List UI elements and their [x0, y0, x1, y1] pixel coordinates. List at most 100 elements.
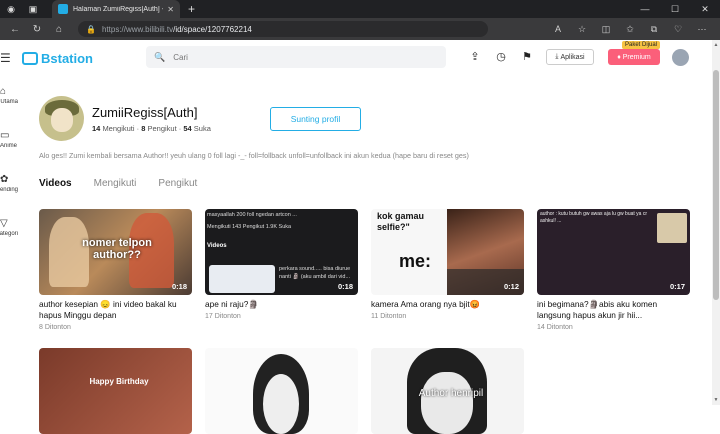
video-title[interactable]: ape ni raju?🗿	[205, 299, 358, 310]
video-card[interactable]: kok gamau selfie?" me: 0:12 kamera Ama o…	[371, 209, 524, 320]
logo-icon	[22, 51, 38, 65]
followers-count: 8	[141, 124, 146, 133]
thumbnail-caption: me:	[399, 251, 432, 271]
app-label: Aplikasi	[560, 53, 585, 61]
upload-icon[interactable]: ⇪	[462, 50, 488, 63]
search-icon[interactable]: 🔍	[154, 52, 165, 63]
video-thumbnail[interactable]: masyaallah 200 foll ngedan artcon ... Me…	[205, 209, 358, 295]
following-count: 14	[92, 124, 101, 133]
sidebar: ⌂ Halaman Utama ▭ Anime ✿ Trending ▽ Kat…	[0, 76, 18, 252]
video-card[interactable]: Happy Birthday	[39, 348, 192, 434]
new-tab-icon[interactable]: +	[188, 2, 195, 16]
tab-actions-icon[interactable]: ▣	[26, 2, 40, 16]
home-icon[interactable]: ⌂	[50, 24, 68, 35]
fire-icon: ✿	[0, 174, 9, 185]
video-thumbnail[interactable]: nomer telpon author?? 0:18	[39, 209, 192, 295]
thumbnail-caption: masyaallah 200 foll ngedan artcon ...	[207, 212, 297, 218]
history-icon[interactable]: ◷	[488, 50, 514, 63]
followers-label[interactable]: Pengikut	[147, 124, 176, 133]
sidebar-item-label: Halaman Utama	[0, 99, 18, 105]
browser-tab[interactable]: Halaman ZumiiRegiss[Auth] - Bst ✕	[52, 0, 180, 18]
favicon-icon	[58, 4, 68, 14]
profile-avatar	[39, 96, 84, 141]
video-card[interactable]	[205, 348, 358, 434]
url-path: /id/space/1207762214	[173, 24, 252, 34]
window-controls: — ☐ ✕	[630, 0, 720, 18]
video-title[interactable]: author kesepian 😞 ini video bakal ku hap…	[39, 299, 192, 321]
sidebar-item-trending[interactable]: ✿ Trending	[0, 164, 18, 208]
profile-name: ZumiiRegiss[Auth]	[92, 105, 198, 120]
search-box[interactable]: 🔍	[146, 46, 446, 68]
search-input[interactable]	[173, 52, 424, 62]
sidebar-item-label: Kategori	[0, 231, 18, 237]
menu-icon[interactable]: ☰	[0, 51, 14, 65]
thumbnail-caption: author : kutu butuh gw awas aja lu gw bu…	[540, 211, 648, 224]
bookmark-icon[interactable]: ⚑	[514, 50, 540, 63]
extensions-icon[interactable]: ♡	[666, 24, 690, 35]
home-icon: ⌂	[0, 86, 7, 97]
logo[interactable]: Bstation	[22, 51, 93, 66]
tv-icon: ▭	[0, 130, 10, 141]
tab-title: Halaman ZumiiRegiss[Auth] - Bst	[73, 5, 163, 13]
tab-following[interactable]: Mengikuti	[94, 178, 137, 189]
refresh-icon[interactable]: ↻	[28, 24, 46, 35]
app-button[interactable]: ⤓ Aplikasi	[546, 49, 594, 65]
video-views: 17 Ditonton	[205, 313, 241, 320]
split-view-icon[interactable]: ◫	[594, 24, 618, 35]
sidebar-item-category[interactable]: ▽ Kategori	[0, 208, 18, 252]
collections-icon[interactable]: ⧉	[642, 24, 666, 35]
video-title[interactable]: ini begimana?🗿abis aku komen langsung ha…	[537, 299, 690, 321]
minimize-icon[interactable]: —	[630, 0, 660, 18]
profile-bio: Alo ges!! Zumi kembali bersama Author!! …	[39, 151, 469, 160]
edit-profile-button[interactable]: Sunting profil	[270, 107, 361, 131]
tab-videos[interactable]: Videos	[39, 178, 72, 189]
address-bar[interactable]: 🔒 https://www.bilibili.tv /id/space/1207…	[78, 21, 488, 37]
close-tab-icon[interactable]: ✕	[167, 5, 174, 14]
video-duration: 0:18	[337, 282, 353, 291]
video-card[interactable]: nomer telpon author?? 0:18 author kesepi…	[39, 209, 192, 331]
following-label[interactable]: Mengikuti	[102, 124, 134, 133]
nav-bar: ← ↻ ⌂ 🔒 https://www.bilibili.tv /id/spac…	[0, 18, 720, 40]
premium-button[interactable]: ♦ Premium	[608, 49, 660, 65]
logo-text: Bstation	[41, 50, 93, 66]
premium-badge: Paket Dijual	[622, 41, 661, 49]
video-card[interactable]: masyaallah 200 foll ngedan artcon ... Me…	[205, 209, 358, 320]
user-avatar[interactable]	[672, 49, 689, 66]
scroll-up-icon[interactable]: ▲	[712, 42, 720, 48]
scrollbar[interactable]: ▲ ▼	[712, 40, 720, 405]
video-duration: 0:12	[503, 282, 519, 291]
scrollbar-thumb[interactable]	[713, 70, 719, 300]
video-card[interactable]: author : kutu butuh gw awas aja lu gw bu…	[537, 209, 690, 331]
thumbnail-caption: kok gamau selfie?"	[377, 211, 425, 232]
url-host: https://www.bilibili.tv	[101, 24, 174, 34]
favorites-icon[interactable]: ✩	[618, 24, 642, 35]
likes-label: Suka	[193, 124, 211, 133]
sidebar-item-label: Anime	[0, 143, 18, 149]
filter-icon: ▽	[0, 218, 8, 229]
thumbnail-caption: Happy Birthday	[89, 377, 149, 386]
video-thumbnail[interactable]: Author henripil	[371, 348, 524, 434]
video-thumbnail[interactable]: kok gamau selfie?" me: 0:12	[371, 209, 524, 295]
video-thumbnail[interactable]	[205, 348, 358, 434]
browser-toolbar: A ☆ ◫ ✩ ⧉ ♡ ⋯	[546, 24, 714, 35]
read-aloud-icon[interactable]: A	[546, 24, 570, 35]
sidebar-item-home[interactable]: ⌂ Halaman Utama	[0, 76, 18, 120]
maximize-icon[interactable]: ☐	[660, 0, 690, 18]
sidebar-item-anime[interactable]: ▭ Anime	[0, 120, 18, 164]
video-card[interactable]: Author henripil	[371, 348, 524, 434]
video-title[interactable]: kamera Ama orang nya bjit😡	[371, 299, 524, 310]
profile-icon[interactable]: ◉	[4, 2, 18, 16]
video-thumbnail[interactable]: Happy Birthday	[39, 348, 192, 434]
tab-followers[interactable]: Pengikut	[158, 178, 197, 189]
close-window-icon[interactable]: ✕	[690, 0, 720, 18]
site-header: ☰ Bstation 🔍 ⇪ ◷ ⚑ ⤓ Aplikasi Paket Diju…	[0, 40, 712, 76]
lock-icon[interactable]: 🔒	[86, 25, 96, 34]
scroll-down-icon[interactable]: ▼	[712, 397, 720, 403]
back-icon[interactable]: ←	[6, 24, 24, 35]
video-duration: 0:18	[171, 282, 187, 291]
favorite-icon[interactable]: ☆	[570, 24, 594, 35]
video-thumbnail[interactable]: author : kutu butuh gw awas aja lu gw bu…	[537, 209, 690, 295]
more-icon[interactable]: ⋯	[690, 24, 714, 35]
thumbnail-caption: perkara sound..... bisa diurue nanti 🗿 (…	[279, 266, 351, 280]
thumbnail-caption: Mengikuti 143 Pengikut 1.9K Suka	[207, 224, 292, 230]
